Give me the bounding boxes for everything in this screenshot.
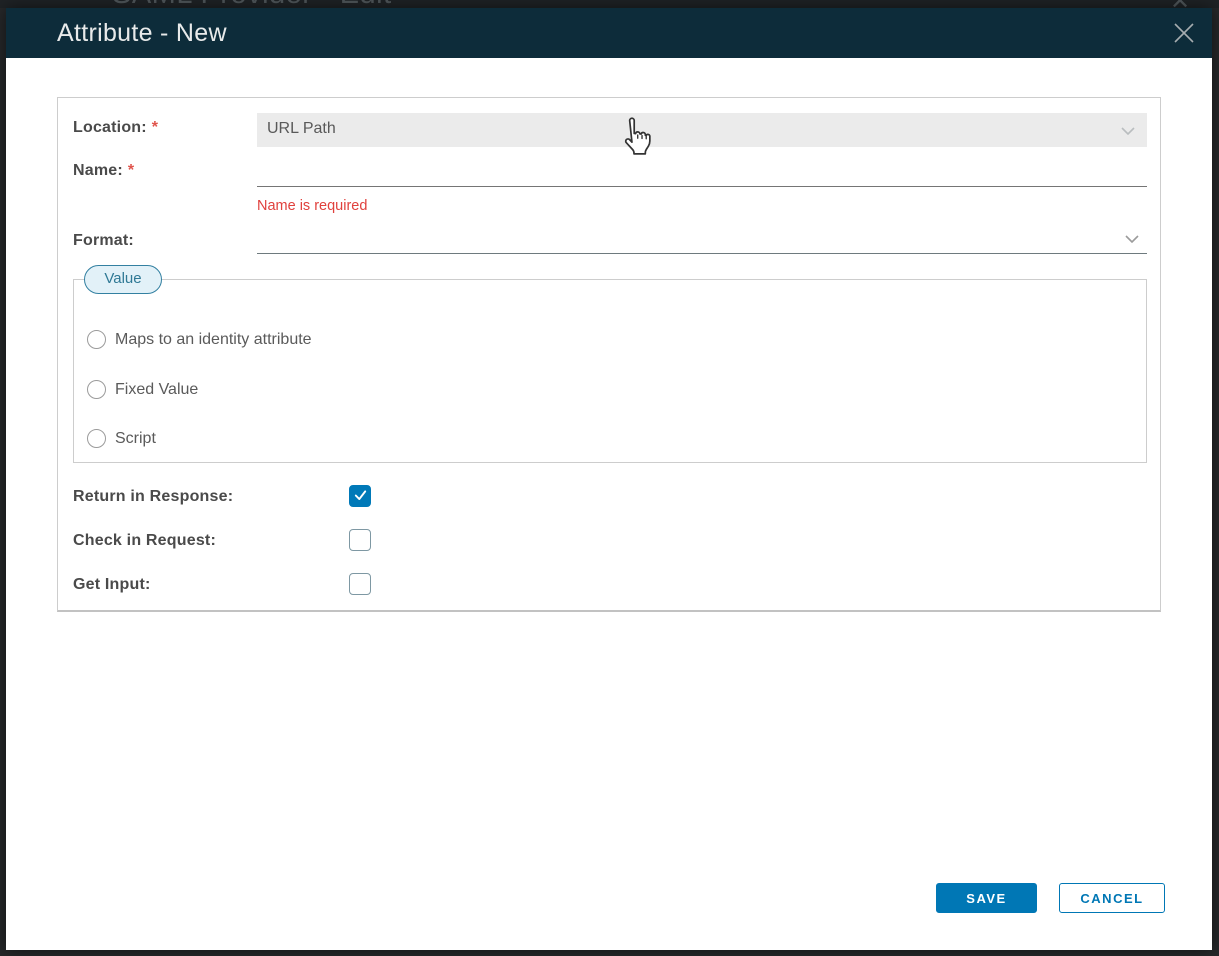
- radio-label[interactable]: Fixed Value: [115, 381, 198, 399]
- return-in-response-label: Return in Response:: [73, 488, 233, 506]
- name-required-asterisk: *: [128, 162, 134, 179]
- cancel-button[interactable]: CANCEL: [1059, 883, 1165, 913]
- location-required-asterisk: *: [152, 119, 158, 136]
- underlying-close-icon: ✕: [1170, 0, 1190, 8]
- radio-script[interactable]: [87, 429, 106, 448]
- location-label: Location:*: [73, 119, 158, 137]
- dialog-header: Attribute - New: [6, 8, 1212, 58]
- check-in-request-label: Check in Request:: [73, 532, 216, 550]
- dialog-title: Attribute - New: [57, 19, 227, 48]
- underlying-dialog-title: SAML Provider - Edit: [112, 0, 392, 8]
- location-select-value: URL Path: [267, 120, 336, 138]
- checkbox-return-in-response[interactable]: [349, 485, 371, 507]
- checkbox-get-input[interactable]: [349, 573, 371, 595]
- checkbox-check-in-request[interactable]: [349, 529, 371, 551]
- location-select[interactable]: URL Path: [257, 113, 1147, 147]
- name-label: Name:*: [73, 162, 134, 180]
- close-button[interactable]: [1172, 21, 1196, 45]
- radio-label[interactable]: Maps to an identity attribute: [115, 331, 312, 349]
- radio-maps-to-identity[interactable]: [87, 330, 106, 349]
- page-backdrop: SAML Provider - Edit ✕ Attribute - New L…: [0, 0, 1219, 956]
- close-icon: [1172, 33, 1196, 48]
- format-label: Format:: [73, 232, 134, 250]
- attribute-new-dialog: Attribute - New Location:* URL Path: [6, 8, 1212, 950]
- value-options-box: Maps to an identity attribute Fixed Valu…: [73, 279, 1147, 463]
- chevron-down-icon: [1125, 235, 1139, 243]
- name-error: Name is required: [257, 198, 367, 214]
- attribute-form: Location:* URL Path Name:* Name is requi…: [57, 97, 1161, 612]
- get-input-label: Get Input:: [73, 576, 151, 594]
- name-input[interactable]: [257, 157, 1147, 187]
- checkmark-icon: [350, 489, 370, 502]
- chevron-down-icon: [1121, 127, 1135, 135]
- format-select[interactable]: [257, 224, 1147, 254]
- save-button[interactable]: SAVE: [936, 883, 1037, 913]
- underlying-dialog-strip: SAML Provider - Edit ✕: [0, 0, 1219, 8]
- tab-value[interactable]: Value: [84, 265, 162, 294]
- radio-fixed-value[interactable]: [87, 380, 106, 399]
- radio-label[interactable]: Script: [115, 430, 156, 448]
